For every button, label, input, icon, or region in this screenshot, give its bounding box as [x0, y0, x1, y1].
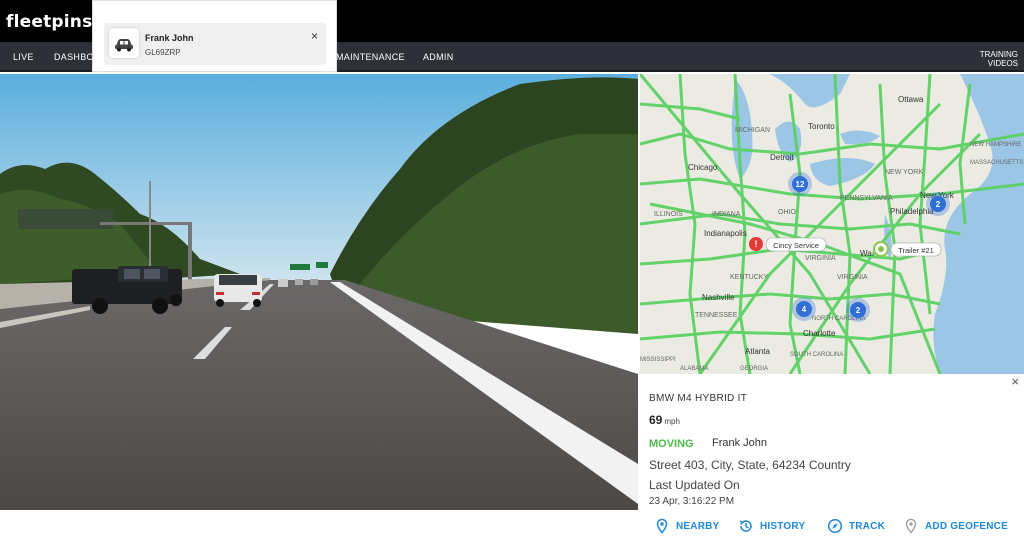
cincy-service-marker[interactable]: ! Cincy Service — [749, 237, 827, 252]
add-geofence-button[interactable]: ADD GEOFENCE — [903, 517, 1008, 535]
add-location-icon — [905, 518, 917, 534]
map-label-alabama: ALABAMA — [680, 366, 708, 372]
vehicle-actions-bar: NEARBY HISTORY TRACK ADD GEOFENCE — [640, 510, 1024, 559]
map-label-west-virginia: VIRGINIA — [805, 255, 836, 262]
vehicle-cluster[interactable]: 12 — [788, 172, 812, 196]
close-icon[interactable]: × — [311, 29, 318, 43]
vehicle-cluster[interactable]: 2 — [926, 192, 950, 216]
nav-training-videos[interactable]: TRAINING VIDEOS — [980, 50, 1018, 68]
track-label: TRACK — [849, 520, 885, 532]
map-label-indianapolis: Indianapolis — [704, 229, 747, 238]
map-label-chicago: Chicago — [688, 163, 718, 172]
vehicle-cluster[interactable]: 2 — [846, 298, 870, 322]
driver-popup: Frank John GL69ZRP × — [92, 0, 337, 72]
last-updated-timestamp: 23 Apr, 3:16:22 PM — [649, 496, 735, 507]
map-label-indiana: INDIANA — [712, 211, 741, 218]
nearby-label: NEARBY — [676, 520, 720, 532]
status-badge: MOVING — [649, 438, 694, 450]
map-label-georgia: GEORGIA — [740, 366, 768, 372]
history-button[interactable]: HISTORY — [738, 517, 805, 535]
last-updated-label: Last Updated On — [649, 478, 740, 492]
vehicle-address: Street 403, City, State, 64234 Country — [649, 458, 851, 472]
map-label-new-hampshire: NEW HAMPSHIRE — [970, 142, 1021, 148]
map-label-atlanta: Atlanta — [745, 347, 770, 356]
trailer-label: Trailer #21 — [898, 246, 934, 255]
location-pin-icon — [656, 518, 668, 534]
nearby-button[interactable]: NEARBY — [654, 517, 719, 535]
training-line-2: VIDEOS — [987, 59, 1018, 68]
map-label-detroit: Detroit — [770, 153, 794, 162]
map-label-nashville: Nashville — [702, 293, 735, 302]
driver-name: Frank John — [712, 437, 768, 449]
driver-plate: GL69ZRP — [145, 48, 181, 57]
add-geofence-label: ADD GEOFENCE — [925, 520, 1008, 532]
vehicle-info-panel: × BMW M4 HYBRID IT 69 mph MOVING Frank Jo… — [640, 374, 1024, 510]
driver-card[interactable]: Frank John GL69ZRP × — [104, 23, 326, 65]
cluster-count: 2 — [856, 306, 861, 315]
map-label-mississippi: MISSISSIPPI — [640, 357, 676, 363]
map-label-ohio: OHIO — [778, 209, 796, 216]
map-label-ottawa: Ottawa — [898, 95, 924, 104]
map-label-illinois: ILLINOIS — [654, 211, 683, 218]
track-button[interactable]: TRACK — [827, 517, 885, 535]
map-label-washington: Wa. — [860, 249, 874, 258]
compass-icon — [827, 518, 843, 534]
trailer-marker[interactable]: Trailer #21 — [873, 241, 942, 257]
nav-maintenance[interactable]: MAINTENANCE — [336, 42, 405, 72]
cluster-count: 12 — [796, 180, 805, 189]
map-label-kentucky: KENTUCKY — [730, 274, 768, 281]
history-label: HISTORY — [760, 520, 806, 532]
nav-admin[interactable]: ADMIN — [423, 42, 454, 72]
training-line-1: TRAINING — [979, 50, 1018, 59]
speed-number: 69 — [649, 413, 663, 427]
map-label-toronto: Toronto — [808, 122, 835, 131]
dashcam-video-feed[interactable] — [0, 74, 638, 510]
vehicle-cluster[interactable]: 4 — [792, 297, 816, 321]
speed-unit: mph — [664, 417, 680, 426]
map-label-virginia: VIRGINIA — [837, 274, 868, 281]
cluster-count: 2 — [936, 200, 941, 209]
map-label-pennsylvania: PENNSYLVANIA — [840, 195, 893, 202]
map-label-michigan: MICHIGAN — [735, 127, 770, 134]
alert-icon: ! — [755, 239, 758, 249]
map-label-new-york-state: NEW YORK — [885, 169, 923, 176]
vehicle-name: BMW M4 HYBRID IT — [649, 393, 748, 404]
map-label-charlotte: Charlotte — [803, 329, 836, 338]
speed-value: 69 mph — [649, 413, 680, 427]
map-label-tennessee: TENNESSEE — [695, 312, 738, 319]
cluster-count: 4 — [802, 305, 807, 314]
history-icon — [739, 520, 752, 532]
fleetpins-logo[interactable]: fleetpins — [6, 12, 92, 32]
nav-live[interactable]: LIVE — [13, 42, 34, 72]
map-label-south-carolina: SOUTH CAROLINA — [790, 352, 843, 358]
cincy-service-label: Cincy Service — [773, 241, 819, 250]
live-map[interactable]: Ottawa MICHIGAN Toronto Detroit Chicago … — [640, 74, 1024, 374]
map-label-massachusetts: MASSACHUSETTS — [970, 160, 1023, 166]
car-icon — [109, 28, 139, 58]
driver-name: Frank John — [145, 33, 194, 43]
close-icon[interactable]: × — [1011, 374, 1019, 389]
